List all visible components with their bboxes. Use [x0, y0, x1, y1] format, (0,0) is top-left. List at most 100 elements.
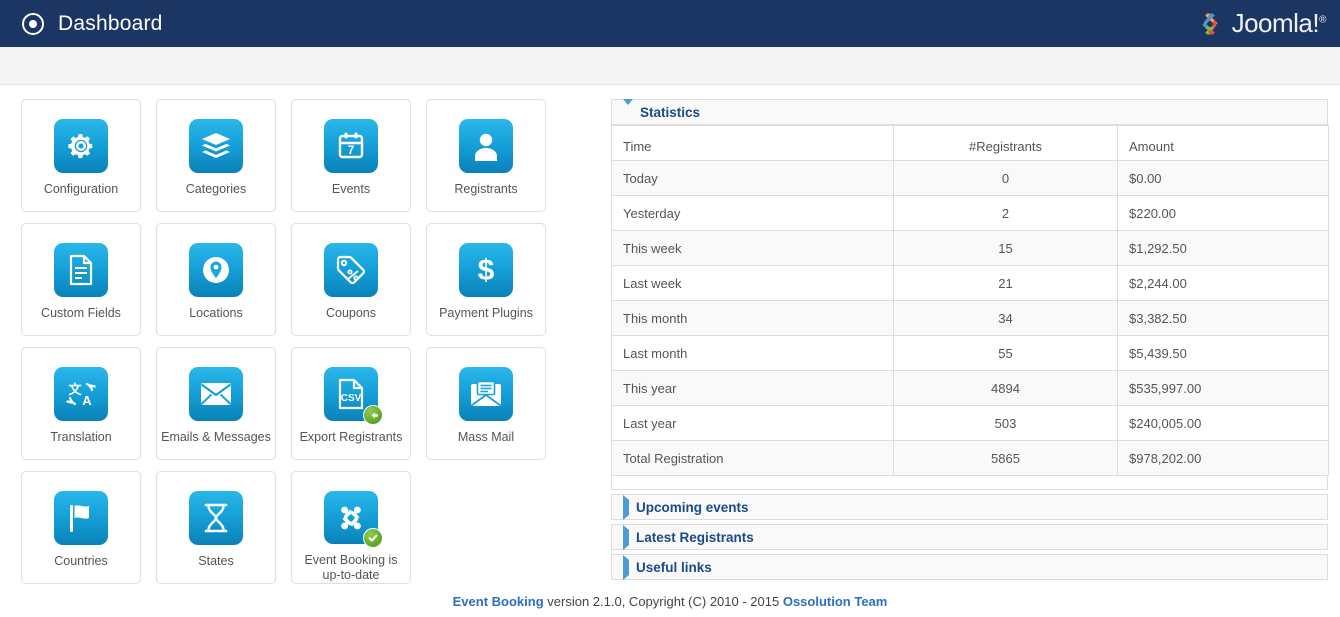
tile-label: Payment Plugins	[439, 306, 533, 320]
table-row: Last year 503 $240,005.00	[611, 405, 1329, 441]
cell-time: Total Registration	[611, 440, 894, 476]
tile-label: Events	[331, 182, 371, 196]
map-pin-icon	[189, 243, 243, 297]
cell-time: Today	[611, 160, 894, 196]
table-row: This month 34 $3,382.50	[611, 300, 1329, 336]
tile-label: Locations	[189, 306, 243, 320]
tile-payment-plugins[interactable]: $ Payment Plugins	[426, 223, 546, 336]
document-icon	[54, 243, 108, 297]
cell-amount: $5,439.50	[1117, 335, 1329, 371]
tile-row: Countries States Event Booking is up-to-…	[21, 471, 566, 584]
table-row: Total Registration 5865 $978,202.00	[611, 440, 1329, 476]
svg-text:$: $	[478, 254, 495, 287]
tile-export-registrants[interactable]: CSV Export Registrants	[291, 347, 411, 460]
tile-label: Translation	[50, 430, 112, 444]
cell-registrants: 55	[893, 335, 1118, 371]
panel-header-latest-registrants[interactable]: Latest Registrants	[611, 524, 1328, 550]
tile-mass-mail[interactable]: Mass Mail	[426, 347, 546, 460]
page-title: Dashboard	[58, 11, 163, 35]
right-column: Statistics Time #Registrants Amount Toda…	[611, 98, 1329, 580]
tile-locations[interactable]: Locations	[156, 223, 276, 336]
cell-amount: $240,005.00	[1117, 405, 1329, 441]
cell-amount: $220.00	[1117, 195, 1329, 231]
chevron-right-icon	[623, 554, 629, 580]
cell-registrants: 0	[893, 160, 1118, 196]
cell-time: Last week	[611, 265, 894, 301]
cell-time: Yesterday	[611, 195, 894, 231]
joomla-icon	[324, 491, 383, 548]
table-row: This week 15 $1,292.50	[611, 230, 1329, 266]
tile-custom-fields[interactable]: Custom Fields	[21, 223, 141, 336]
tile-label: Configuration	[43, 182, 119, 196]
panel-title: Upcoming events	[636, 499, 749, 515]
cell-registrants: 34	[893, 300, 1118, 336]
tile-coupons[interactable]: Coupons	[291, 223, 411, 336]
panel-header-statistics[interactable]: Statistics	[611, 98, 1328, 125]
tile-label: Categories	[185, 182, 247, 196]
tile-label: Coupons	[325, 306, 377, 320]
footer: Event Booking version 2.1.0, Copyright (…	[0, 594, 1340, 609]
cell-time: Last year	[611, 405, 894, 441]
tile-configuration[interactable]: Configuration	[21, 99, 141, 212]
user-icon	[459, 119, 513, 173]
footer-product-link[interactable]: Event Booking	[453, 594, 544, 609]
cell-registrants: 15	[893, 230, 1118, 266]
main-content: Configuration Categories 7 Events Regist…	[0, 86, 1340, 586]
open-envelope-icon	[459, 367, 513, 421]
svg-text:CSV: CSV	[341, 393, 362, 404]
arrow-left-badge	[363, 405, 383, 425]
joomla-logo: Joomla!®	[1195, 7, 1326, 40]
tile-row: Configuration Categories 7 Events Regist…	[21, 99, 566, 212]
csv-file-icon: CSV	[324, 367, 383, 425]
tile-label: Export Registrants	[299, 430, 403, 444]
joomla-mark-icon	[1195, 9, 1225, 39]
tile-label: Custom Fields	[41, 306, 121, 320]
panel-header-useful-links[interactable]: Useful links	[611, 554, 1328, 580]
target-icon	[22, 12, 44, 35]
tile-events[interactable]: 7 Events	[291, 99, 411, 212]
quick-icons-grid: Configuration Categories 7 Events Regist…	[21, 99, 566, 595]
calendar-day-number: 7	[348, 143, 355, 157]
cell-registrants: 4894	[893, 370, 1118, 406]
top-header-bar: Dashboard Joomla!®	[0, 0, 1340, 47]
panel-title: Statistics	[640, 104, 701, 120]
table-row: Today 0 $0.00	[611, 160, 1329, 196]
tile-row: 文 A Translation Emails & Messages CSV Ex…	[21, 347, 566, 460]
tile-translation[interactable]: 文 A Translation	[21, 347, 141, 460]
tile-states[interactable]: States	[156, 471, 276, 584]
tile-emails-messages[interactable]: Emails & Messages	[156, 347, 276, 460]
cell-amount: $1,292.50	[1117, 230, 1329, 266]
tile-label: States	[198, 554, 234, 568]
cell-registrants: 21	[893, 265, 1118, 301]
tile-label: Countries	[54, 554, 108, 568]
tile-row: Custom Fields Locations Coupons $ Paymen…	[21, 223, 566, 336]
tile-event-booking-version[interactable]: Event Booking is up-to-date	[291, 471, 411, 584]
cell-registrants: 2	[893, 195, 1118, 231]
footer-company-link[interactable]: Ossolution Team	[783, 594, 888, 609]
tile-countries[interactable]: Countries	[21, 471, 141, 584]
column-header-time: Time	[611, 125, 894, 161]
cell-amount: $2,244.00	[1117, 265, 1329, 301]
joomla-wordmark: Joomla!®	[1232, 8, 1327, 39]
header-left-group: Dashboard	[0, 12, 163, 36]
svg-text:A: A	[82, 393, 92, 408]
panel-header-upcoming-events[interactable]: Upcoming events	[611, 494, 1328, 520]
cell-time: This month	[611, 300, 894, 336]
panel-title: Useful links	[636, 559, 712, 575]
cell-amount: $978,202.00	[1117, 440, 1329, 476]
table-bottom-spacer	[611, 476, 1328, 490]
cell-time: Last month	[611, 335, 894, 371]
joomla-trademark: ®	[1319, 14, 1326, 26]
gear-icon	[54, 119, 108, 173]
hourglass-icon	[189, 491, 243, 545]
cell-registrants: 503	[893, 405, 1118, 441]
tag-percent-icon	[324, 243, 378, 297]
tile-categories[interactable]: Categories	[156, 99, 276, 212]
table-row: This year 4894 $535,997.00	[611, 370, 1329, 406]
table-header: Time #Registrants Amount	[611, 125, 1329, 161]
tile-label: Registrants	[454, 182, 518, 196]
layers-icon	[189, 119, 243, 173]
table-header-row: Time #Registrants Amount	[611, 125, 1329, 161]
tile-registrants[interactable]: Registrants	[426, 99, 546, 212]
tile-label: Mass Mail	[457, 430, 515, 444]
